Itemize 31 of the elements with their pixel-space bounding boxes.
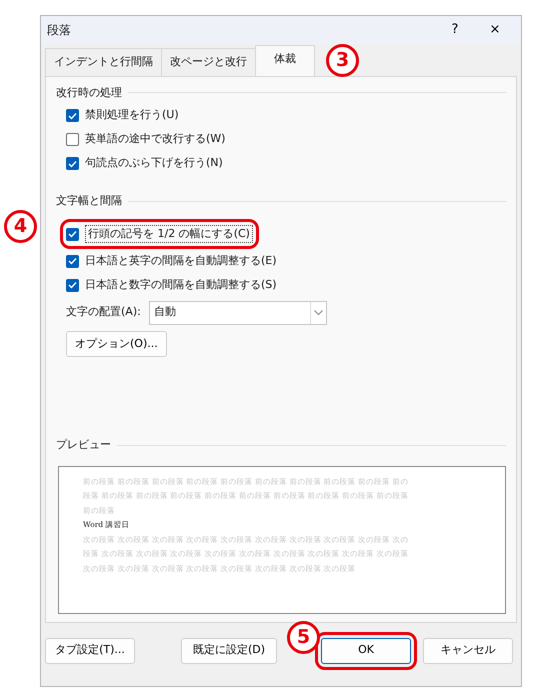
section-heading: 改行時の処理 [56, 84, 122, 100]
options-button[interactable]: オプション(O)... [66, 330, 167, 357]
chevron-down-icon [314, 310, 323, 315]
checkbox[interactable] [66, 133, 79, 146]
dialog-button[interactable]: OK [321, 638, 411, 664]
checkbox-label[interactable]: 禁則処理を行う(U) [85, 107, 179, 124]
checkbox[interactable] [66, 109, 79, 122]
step-number-marker: 4 [4, 210, 37, 243]
dropdown-field[interactable]: 自動 [148, 300, 327, 324]
tab[interactable]: インデントと行間隔 [45, 48, 162, 76]
checkbox-label[interactable]: 句読点のぶら下げを行う(N) [85, 155, 223, 172]
checkbox-label[interactable]: 英単語の途中で改行する(W) [85, 131, 226, 148]
checkbox[interactable] [66, 228, 79, 240]
checkbox[interactable] [66, 157, 79, 170]
checkbox-label[interactable]: 日本語と数字の間隔を自動調整する(S) [85, 276, 277, 294]
dialog-button[interactable]: 既定に設定(D) [181, 638, 277, 664]
close-button[interactable]: × [475, 20, 515, 40]
tab[interactable]: 体裁 [255, 45, 315, 76]
section-heading: プレビュー [56, 437, 111, 453]
step-number-marker: 3 [326, 44, 359, 77]
checkbox[interactable] [66, 278, 79, 292]
help-button[interactable]: ? [435, 20, 475, 40]
step-number-marker: 5 [287, 621, 320, 654]
section-heading: 文字幅と間隔 [56, 193, 122, 209]
dialog-button[interactable]: キャンセル [423, 638, 513, 664]
window-title: 段落 [47, 22, 72, 39]
checkbox[interactable] [66, 254, 79, 268]
checkbox-label[interactable]: 行頭の記号を 1/2 の幅にする(C) [85, 224, 253, 244]
dialog-button[interactable]: タブ設定(T)... [45, 638, 135, 664]
checkbox-label[interactable]: 日本語と英字の間隔を自動調整する(E) [85, 252, 277, 270]
field-label: 文字の配置(A): [66, 304, 141, 320]
